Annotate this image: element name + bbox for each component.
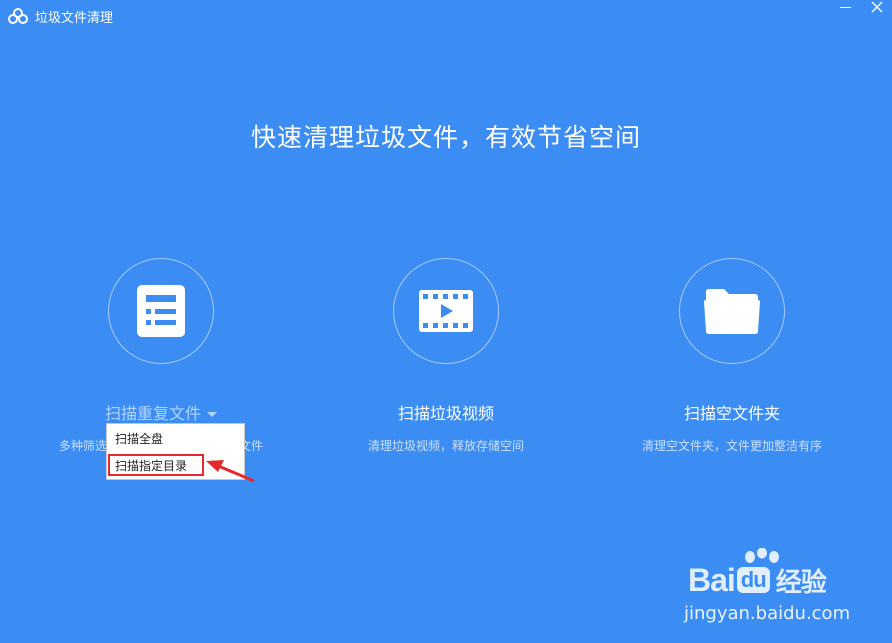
video-play-icon — [419, 290, 473, 332]
menu-item-scan-all[interactable]: 扫描全盘 — [115, 430, 163, 447]
scan-duplicates-label: 扫描重复文件 — [104, 404, 201, 423]
highlight-annotation-box — [108, 454, 204, 476]
watermark-du: du — [736, 567, 770, 593]
scan-videos-title[interactable]: 扫描垃圾视频 — [326, 400, 566, 424]
watermark-brand: Bai — [688, 562, 736, 598]
watermark-url: jingyan.baidu.com — [684, 603, 851, 624]
scan-duplicates-title[interactable]: 扫描重复文件 — [41, 400, 281, 424]
watermark-logo: Bai du 经验 — [688, 562, 827, 599]
scan-videos-button[interactable] — [393, 258, 499, 364]
feature-scan-videos: 扫描垃圾视频 清理垃圾视频，释放存储空间 — [326, 258, 566, 454]
scan-duplicates-button[interactable] — [108, 258, 214, 364]
desc-visible-left: 多种筛选 — [58, 439, 107, 453]
scan-empty-folders-description: 清理空文件夹，文件更加整洁有序 — [641, 439, 822, 453]
window-title: 垃圾文件清理 — [35, 11, 114, 26]
baidu-jingyan-watermark: Bai du 经验 jingyan.baidu.com — [682, 548, 892, 638]
scan-videos-description: 清理垃圾视频，释放存储空间 — [367, 439, 524, 453]
minimize-icon[interactable] — [830, 0, 860, 22]
watermark-brand-cn: 经验 — [775, 567, 827, 597]
cloud-logo-icon — [8, 8, 28, 24]
folder-icon — [704, 289, 760, 334]
document-list-icon — [137, 285, 185, 337]
scan-empty-folders-title[interactable]: 扫描空文件夹 — [612, 400, 852, 424]
close-icon[interactable] — [862, 0, 892, 22]
scan-empty-folders-button[interactable] — [679, 258, 785, 364]
title-bar: 垃圾文件清理 — [0, 0, 892, 32]
feature-scan-empty-folders: 扫描空文件夹 清理空文件夹，文件更加整洁有序 — [612, 258, 852, 454]
page-headline: 快速清理垃圾文件，有效节省空间 — [250, 123, 641, 152]
chevron-down-icon[interactable] — [207, 412, 217, 417]
arrow-annotation-icon — [206, 460, 255, 483]
